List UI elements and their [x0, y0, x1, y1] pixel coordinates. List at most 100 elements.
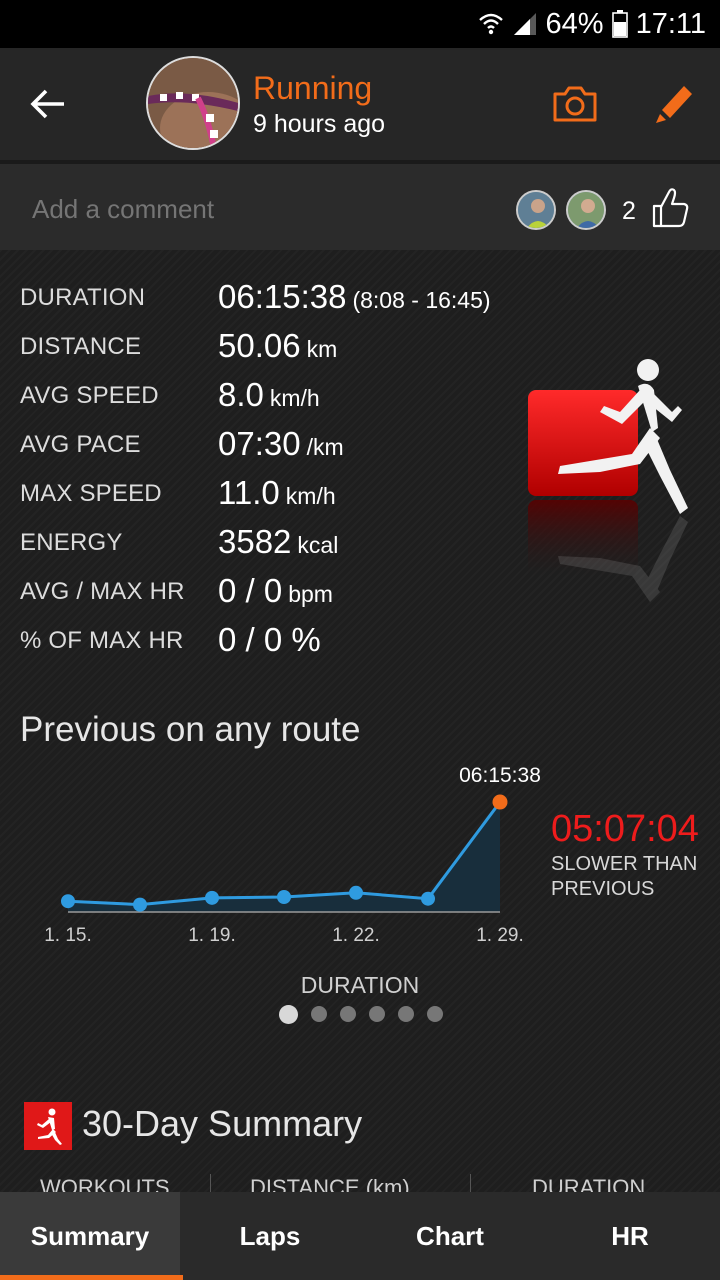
stat-value: 0 / 0 bpm [218, 572, 333, 610]
stat-value: 11.0 km/h [218, 474, 336, 512]
x-tick-label: 1. 22. [332, 925, 380, 946]
signal-icon [513, 13, 536, 35]
page-dot[interactable] [339, 1006, 356, 1022]
chart-point [349, 885, 363, 900]
stat-row: DISTANCE 50.06 km [0, 323, 520, 367]
page-dot[interactable] [278, 1004, 298, 1024]
back-arrow-icon [30, 89, 64, 119]
battery-percent: 64% [545, 7, 604, 40]
chart-point [277, 890, 291, 904]
chart-point [61, 894, 75, 909]
stat-value: 3582 kcal [218, 523, 338, 561]
stat-row: AVG SPEED 8.0 km/h [0, 372, 520, 416]
like-count: 2 [622, 197, 636, 225]
stat-row: AVG PACE 07:30/km [0, 421, 520, 465]
stat-value: 8.0 km/h [218, 376, 320, 414]
chart-point [421, 891, 435, 906]
column-divider [210, 1174, 211, 1192]
chart-highlight-label: 06:15:38 [459, 764, 541, 787]
previous-section-title: Previous on any route [20, 710, 361, 749]
chart-point [133, 897, 147, 912]
chart-metric-label: DURATION [300, 972, 420, 998]
camera-button[interactable] [552, 84, 598, 124]
stat-number: 8.0 [218, 376, 264, 413]
summary-title: 30-Day Summary [82, 1103, 363, 1144]
thumbs-up-icon [652, 188, 689, 228]
stat-label: AVG SPEED [20, 382, 159, 409]
back-button[interactable] [22, 76, 74, 132]
workout-details: DURATION 06:15:38 (8:08 - 16:45) DISTANCE 50… [0, 250, 720, 1192]
stat-label: DURATION [20, 284, 146, 311]
stat-label: MAX SPEED [20, 480, 162, 507]
summary-running-icon [24, 1102, 72, 1150]
stat-unit: km [306, 336, 338, 362]
avatar[interactable] [146, 56, 240, 150]
tab-hr[interactable]: HR [540, 1192, 720, 1280]
stat-unit: kcal [297, 532, 339, 558]
edit-button[interactable] [654, 80, 696, 124]
page-dot[interactable] [426, 1006, 443, 1022]
x-tick-label: 1. 15. [44, 925, 92, 946]
stat-unit: bpm [288, 581, 333, 607]
stat-number: 06:15:38 [218, 278, 347, 315]
page-dot[interactable] [310, 1006, 327, 1022]
stat-row: MAX SPEED 11.0 km/h [0, 470, 520, 514]
tab-laps[interactable]: Laps [180, 1192, 360, 1280]
stat-value: 0 / 0 % [218, 621, 321, 659]
tab-chart[interactable]: Chart [360, 1192, 540, 1280]
stat-unit: /km [306, 434, 344, 460]
stat-label: AVG PACE [20, 431, 141, 458]
liker-avatar[interactable] [566, 190, 606, 230]
summary-col-distance: DISTANCE (km) [250, 1175, 410, 1192]
stat-row: AVG / MAX HR 0 / 0 bpm [0, 568, 520, 612]
tab-summary[interactable]: Summary [0, 1192, 183, 1280]
chart-pager[interactable] [0, 1004, 720, 1024]
stat-value: 50.06 km [218, 327, 337, 365]
chart-point-current [492, 794, 508, 810]
chart-point [205, 890, 219, 905]
comment-bar: 2 [0, 164, 720, 250]
summary-col-duration: DURATION [532, 1175, 646, 1192]
stat-value: 06:15:38 (8:08 - 16:45) [218, 278, 491, 316]
stat-unit: (8:08 - 16:45) [352, 287, 491, 313]
x-tick-label: 1. 29. [476, 925, 524, 946]
stat-label: % OF MAX HR [20, 627, 184, 654]
battery-icon [611, 10, 628, 38]
liker-photo [568, 192, 604, 228]
like-button[interactable] [650, 186, 690, 230]
wifi-icon [478, 13, 503, 35]
clock: 17:11 [635, 7, 706, 40]
stat-row: DURATION 06:15:38 (8:08 - 16:45) [0, 274, 520, 318]
page-dot[interactable] [368, 1006, 385, 1022]
liker-avatar[interactable] [516, 190, 556, 230]
stat-label: AVG / MAX HR [20, 578, 185, 605]
stat-unit: km/h [269, 385, 320, 411]
pencil-icon [656, 86, 692, 123]
stat-label: ENERGY [20, 529, 123, 556]
stat-number: 3582 [218, 523, 292, 560]
stat-number: 0 / 0 [218, 572, 283, 609]
stat-value: 07:30/km [218, 425, 344, 463]
x-tick-label: 1. 19. [188, 925, 236, 946]
camera-icon [553, 86, 597, 122]
chart-line [67, 801, 502, 907]
page-dot[interactable] [397, 1006, 414, 1022]
column-divider [470, 1174, 471, 1192]
status-bar: 64% 17:11 [0, 0, 720, 48]
difference-caption: SLOWER THAN PREVIOUS [551, 853, 698, 900]
activity-title: Running [253, 70, 373, 106]
stat-number: 50.06 [218, 327, 301, 364]
runner-glyph [37, 1108, 62, 1145]
running-sport-icon [528, 359, 688, 602]
stat-row: % OF MAX HR 0 / 0 % [0, 617, 520, 661]
stat-number: 07:30 [218, 425, 301, 462]
comment-input[interactable] [32, 194, 432, 225]
tab-bar: Summary Laps Chart HR [0, 1192, 720, 1280]
stat-unit: km/h [285, 483, 336, 509]
stat-row: ENERGY 3582 kcal [0, 519, 520, 563]
stat-label: DISTANCE [20, 333, 142, 360]
stat-number: 0 / 0 % [218, 621, 321, 658]
activity-time: 9 hours ago [253, 110, 386, 138]
stat-number: 11.0 [218, 474, 280, 511]
difference-value: 05:07:04 [551, 808, 699, 850]
